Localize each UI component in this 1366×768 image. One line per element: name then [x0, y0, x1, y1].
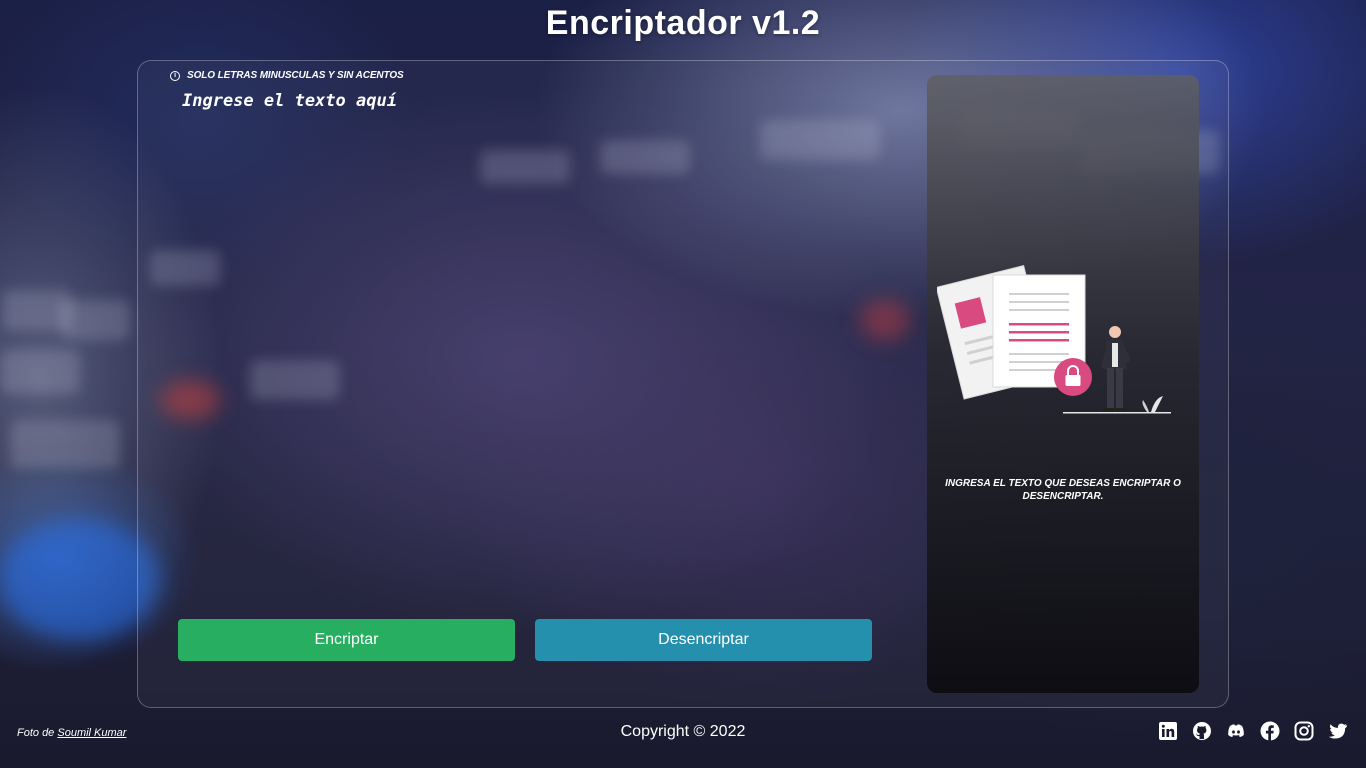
input-hint-text: SOLO LETRAS MINUSCULAS Y SIN ACENTOS — [187, 70, 404, 81]
decrypt-button[interactable]: Desencriptar — [535, 619, 872, 661]
encryptor-card: i SOLO LETRAS MINUSCULAS Y SIN ACENTOS E… — [137, 60, 1229, 708]
twitter-icon[interactable] — [1328, 721, 1348, 741]
input-hint: i SOLO LETRAS MINUSCULAS Y SIN ACENTOS — [170, 70, 404, 81]
facebook-icon[interactable] — [1260, 721, 1280, 741]
encrypt-button[interactable]: Encriptar — [178, 619, 515, 661]
info-icon: i — [170, 70, 180, 81]
social-links — [1158, 721, 1348, 741]
page-title: Encriptador v1.2 — [545, 4, 821, 42]
result-panel: INGRESA EL TEXTO QUE DESEAS ENCRIPTAR O … — [927, 75, 1199, 693]
discord-icon[interactable] — [1226, 721, 1246, 741]
result-message: INGRESA EL TEXTO QUE DESEAS ENCRIPTAR O … — [945, 478, 1181, 502]
linkedin-icon[interactable] — [1158, 721, 1178, 741]
text-input[interactable] — [182, 91, 902, 611]
secure-files-illustration — [937, 265, 1171, 414]
instagram-icon[interactable] — [1294, 721, 1314, 741]
github-icon[interactable] — [1192, 721, 1212, 741]
